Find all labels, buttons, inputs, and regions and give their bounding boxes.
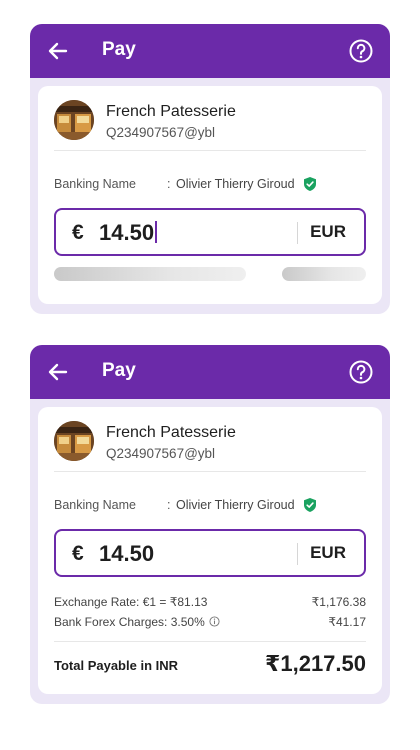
amount-value: 14.50 [99,220,158,246]
banking-name-row: Banking Name : Olivier Thierry Giroud [54,176,366,194]
exchange-rate-row: Exchange Rate: €1 = ₹81.13 ₹1,176.38 [54,595,366,611]
arrow-left-icon[interactable] [46,360,70,384]
info-icon[interactable] [209,616,220,627]
forex-charges-label: Bank Forex Charges: 3.50% [54,615,220,629]
exchange-rate-label: Exchange Rate: €1 = ₹81.13 [54,595,208,609]
amount-input[interactable]: € 14.50 EUR [54,529,366,577]
merchant-avatar [54,100,94,140]
arrow-left-icon[interactable] [46,39,70,63]
forex-charges-value: ₹41.17 [328,615,366,629]
verified-shield-icon [304,177,316,191]
divider [297,543,298,565]
loading-placeholder [282,267,366,281]
merchant-info: French Patesserie Q234907567@ybl [54,421,366,467]
pay-card-entering: Pay French Patesserie Q234907567@ybl Ban… [30,24,390,314]
help-circle-icon[interactable] [348,359,374,385]
banking-name-value: Olivier Thierry Giroud [176,177,295,191]
total-payable-value: ₹1,217.50 [265,651,366,676]
verified-shield-icon [304,498,316,512]
currency-symbol: € [72,542,84,565]
page-title: Pay [102,39,136,60]
currency-selector[interactable]: EUR [310,543,346,563]
total-payable-label: Total Payable in INR [54,658,179,673]
divider [54,150,366,151]
merchant-vpa: Q234907567@ybl [106,125,216,140]
currency-symbol: € [72,221,84,244]
banking-name-label: Banking Name [54,498,136,512]
amount-input[interactable]: € 14.50 EUR [54,208,366,256]
help-circle-icon[interactable] [348,38,374,64]
merchant-info: French Patesserie Q234907567@ybl [54,100,366,146]
amount-value: 14.50 [99,541,155,566]
forex-charges-row: Bank Forex Charges: 3.50% ₹41.17 [54,615,366,631]
pay-header: Pay [30,345,390,399]
merchant-vpa: Q234907567@ybl [106,446,216,461]
banking-name-label: Banking Name [54,177,136,191]
merchant-name: French Patesserie [106,424,236,441]
pay-header: Pay [30,24,390,78]
page-title: Pay [102,360,136,381]
separator: : [167,498,171,512]
exchange-rate-value: ₹1,176.38 [311,595,366,609]
merchant-name: French Patesserie [106,103,236,120]
text-caret [155,221,158,243]
separator: : [167,177,171,191]
banking-name-value: Olivier Thierry Giroud [176,498,295,512]
divider [54,641,366,642]
total-payable-row: Total Payable in INR ₹1,217.50 [54,650,366,678]
loading-placeholder [54,267,246,281]
currency-selector[interactable]: EUR [310,222,346,242]
divider [54,471,366,472]
payment-panel: French Patesserie Q234907567@ybl Banking… [38,86,382,304]
divider [297,222,298,244]
pay-card-summary: Pay French Patesserie Q234907567@ybl Ban… [30,345,390,704]
banking-name-row: Banking Name : Olivier Thierry Giroud [54,497,366,515]
merchant-avatar [54,421,94,461]
payment-panel: French Patesserie Q234907567@ybl Banking… [38,407,382,694]
